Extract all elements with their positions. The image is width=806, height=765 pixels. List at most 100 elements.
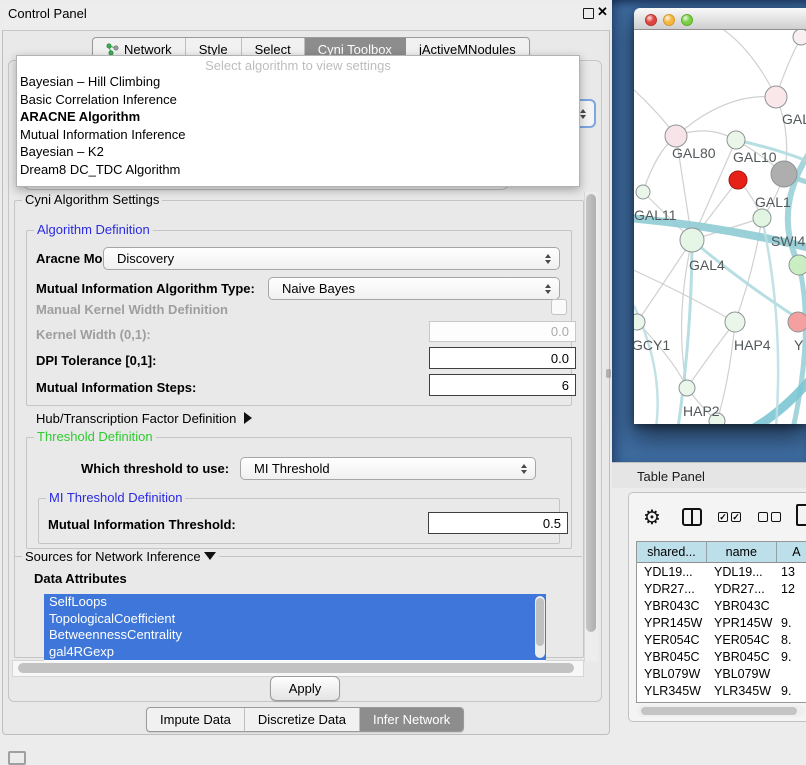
data-attributes-list[interactable]: SelfLoopsTopologicalCoefficientBetweenne…	[44, 594, 546, 661]
table-cell: YLR345W	[637, 684, 707, 698]
column-header[interactable]: name	[707, 542, 777, 562]
table-cell: 12	[777, 582, 806, 596]
kernel-width-input[interactable]: 0.0	[429, 321, 576, 342]
unchecked-checkbox-icon[interactable]	[771, 512, 781, 522]
tab-impute-data[interactable]: Impute Data	[147, 708, 245, 731]
network-node-label: GAL	[782, 111, 806, 127]
table-row[interactable]: YDR27...YDR27...12	[637, 580, 806, 597]
float-window-icon[interactable]	[583, 8, 594, 19]
zoom-traffic-light-icon[interactable]	[681, 14, 693, 26]
close-icon[interactable]: ✕	[597, 4, 608, 20]
splitter-handle[interactable]	[606, 369, 611, 378]
network-node[interactable]	[765, 86, 787, 108]
table-row[interactable]: YDL19...YDL19...13	[637, 563, 806, 580]
network-node[interactable]	[665, 125, 687, 147]
table-cell: YER054C	[637, 633, 707, 647]
table-row[interactable]: YBR045CYBR045C9.	[637, 648, 806, 665]
algorithm-dropdown-popup: Select algorithm to view settings Bayesi…	[16, 55, 580, 187]
which-threshold-combo[interactable]: MI Threshold	[240, 457, 536, 480]
network-node[interactable]	[789, 255, 806, 275]
minimize-traffic-light-icon[interactable]	[663, 14, 675, 26]
settings-vertical-scrollbar-thumb[interactable]	[586, 194, 596, 632]
manual-kernel-width-label: Manual Kernel Width Definition	[36, 302, 228, 317]
data-attribute-item[interactable]: SelfLoops	[44, 594, 546, 611]
network-node-label: HAP2	[683, 403, 720, 419]
hub-definition-toggle[interactable]: Hub/Transcription Factor Definition	[36, 411, 252, 426]
unchecked-checkbox-icon[interactable]	[758, 512, 768, 522]
table-row[interactable]: YLR345WYLR345W9.	[637, 682, 806, 699]
mi-steps-input[interactable]: 6	[429, 374, 576, 396]
table-row[interactable]: YBL079WYBL079W	[637, 665, 806, 682]
table-panel-title: Table Panel	[637, 469, 705, 484]
aracne-mode-combo[interactable]: Discovery	[103, 247, 560, 270]
table-horizontal-scrollbar-thumb[interactable]	[641, 707, 797, 715]
network-node-label: GAL11	[634, 207, 677, 223]
network-node-label: Y	[794, 337, 804, 353]
network-node-label: HAP4	[734, 337, 771, 353]
attributes-scrollbar-thumb[interactable]	[536, 598, 544, 646]
dpi-tolerance-label: DPI Tolerance [0,1]:	[36, 353, 156, 368]
table-cell: YDR27...	[707, 582, 777, 596]
network-node-label: GAL80	[672, 145, 716, 161]
checked-checkbox-icon[interactable]: ✓	[718, 512, 728, 522]
checked-checkbox-icon[interactable]: ✓	[731, 512, 741, 522]
table-cell: YBL079W	[707, 667, 777, 681]
table-cell: 9.	[777, 684, 806, 698]
tab-infer-network[interactable]: Infer Network	[360, 708, 463, 731]
table-row[interactable]: YBR043CYBR043C	[637, 597, 806, 614]
dock-grip-icon[interactable]	[8, 751, 26, 765]
network-edge[interactable]	[634, 268, 735, 322]
network-node[interactable]	[680, 228, 704, 252]
document-icon[interactable]	[796, 504, 806, 526]
algorithm-option[interactable]: Bayesian – Hill Climbing	[17, 73, 579, 91]
close-traffic-light-icon[interactable]	[645, 14, 657, 26]
network-edge[interactable]	[724, 30, 776, 97]
table-row[interactable]: YIL052CYIL052C9.	[637, 699, 806, 703]
columns-icon[interactable]	[682, 508, 702, 526]
data-attribute-item[interactable]: gal4RGexp	[44, 644, 546, 661]
table-cell: YBR045C	[637, 650, 707, 664]
network-node[interactable]	[788, 312, 806, 332]
kernel-width-label: Kernel Width (0,1):	[36, 327, 151, 342]
column-header[interactable]: A	[777, 542, 806, 562]
algorithm-option-list: Bayesian – Hill ClimbingBasic Correlatio…	[17, 73, 579, 178]
network-node[interactable]	[727, 131, 745, 149]
network-window-titlebar[interactable]	[634, 8, 806, 30]
sources-title[interactable]: Sources for Network Inference	[22, 549, 219, 564]
network-node[interactable]	[679, 380, 695, 396]
network-edge[interactable]	[717, 322, 735, 421]
network-edge[interactable]	[692, 240, 806, 326]
spinner-icon	[580, 109, 586, 119]
mi-algorithm-type-combo[interactable]: Naive Bayes	[268, 277, 560, 300]
spinner-icon	[545, 284, 551, 294]
algorithm-option[interactable]: Dream8 DC_TDC Algorithm	[17, 161, 579, 179]
network-canvas[interactable]: GALGAL80GAL10GAL1GAL11SWI4GAL4GCY1HAP4YH…	[634, 30, 806, 424]
table-row[interactable]: YER054CYER054C8.	[637, 631, 806, 648]
network-node[interactable]	[725, 312, 745, 332]
network-node[interactable]	[729, 171, 747, 189]
data-attribute-item[interactable]: BetweennessCentrality	[44, 627, 546, 644]
network-node[interactable]	[636, 185, 650, 199]
column-header[interactable]: shared...	[637, 542, 707, 562]
algorithm-option[interactable]: Mutual Information Inference	[17, 126, 579, 144]
table-panel-titlebar: Table Panel	[612, 462, 806, 488]
manual-kernel-width-checkbox[interactable]	[551, 299, 567, 315]
tab-discretize-data[interactable]: Discretize Data	[245, 708, 360, 731]
table-cell: YER054C	[707, 633, 777, 647]
gear-icon[interactable]: ⚙	[643, 505, 661, 530]
mi-threshold-input[interactable]: 0.5	[428, 512, 568, 534]
settings-horizontal-scrollbar-thumb[interactable]	[18, 663, 574, 673]
network-node[interactable]	[753, 209, 771, 227]
table-row[interactable]: YPR145WYPR145W9.	[637, 614, 806, 631]
network-node[interactable]	[793, 30, 806, 45]
algorithm-option[interactable]: Basic Correlation Inference	[17, 91, 579, 109]
table-cell: YBR043C	[637, 599, 707, 613]
algorithm-option[interactable]: Bayesian – K2	[17, 143, 579, 161]
dpi-tolerance-input[interactable]: 0.0	[429, 347, 576, 369]
data-attribute-item[interactable]: TopologicalCoefficient	[44, 611, 546, 628]
algorithm-option[interactable]: ARACNE Algorithm	[17, 108, 579, 126]
network-edge[interactable]	[676, 96, 776, 136]
network-edge[interactable]	[637, 240, 692, 322]
apply-button[interactable]: Apply	[270, 676, 340, 701]
network-node[interactable]	[634, 314, 645, 330]
